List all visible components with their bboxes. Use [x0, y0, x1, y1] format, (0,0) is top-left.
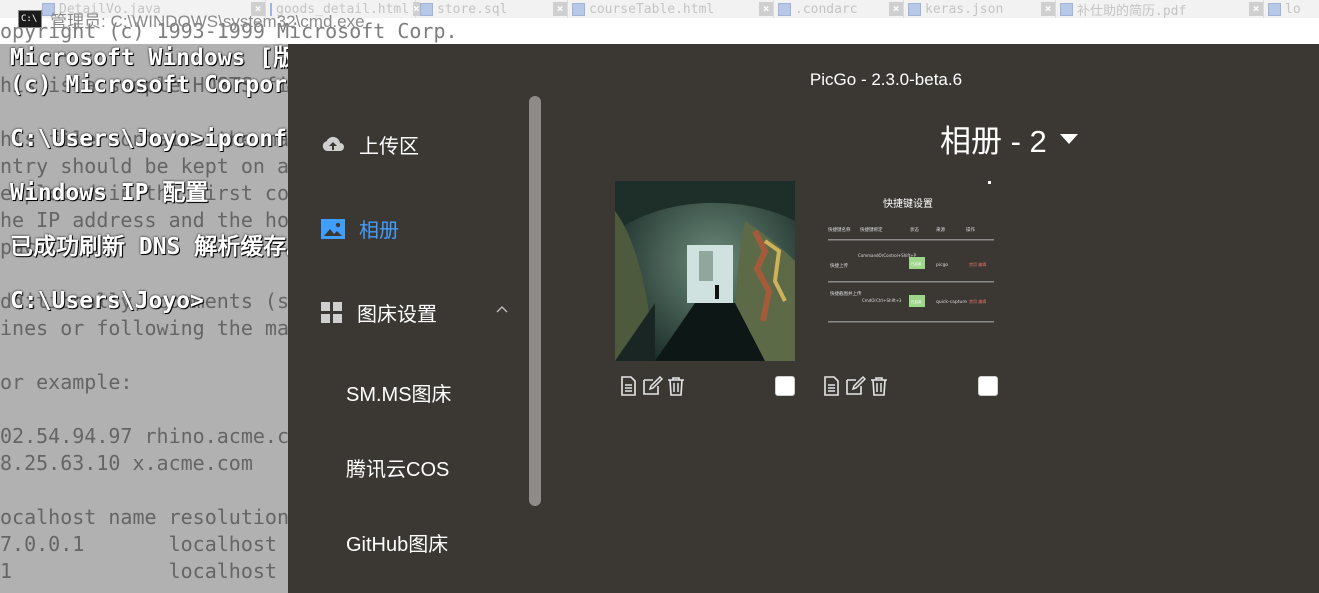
cmd-icon: C:\ [18, 10, 42, 28]
sidebar-item-github[interactable]: GitHub图床 [346, 528, 448, 557]
grid-icon [321, 301, 342, 323]
tunnel-photo [615, 181, 795, 361]
cmd-line: 已成功刷新 DNS 解析缓存。 [10, 234, 310, 260]
thumb-cell: CmdOrCtrl+Shift+3 [862, 298, 902, 303]
cmd-title-bar[interactable]: C:\ 管理员: C:\WINDOWS\system32\cmd.exe [0, 6, 1319, 32]
card-actions [617, 375, 687, 397]
image-thumbnail[interactable]: 快捷键设置 快捷键名称 快捷键绑定 状态 来源 操作 快捷上传 CommandO… [818, 181, 998, 361]
thumb-col-header: 来源 [936, 226, 945, 233]
cmd-title: 管理员: C:\WINDOWS\system32\cmd.exe [50, 11, 365, 31]
edit-icon[interactable] [844, 375, 866, 397]
chevron-up-icon[interactable] [495, 302, 509, 316]
thumb-cell: CommandOrControl+Shift+P [858, 253, 917, 258]
copy-link-icon[interactable] [617, 375, 639, 397]
delete-icon[interactable] [868, 375, 890, 397]
sidebar-item-picbed-settings[interactable]: 图床设置 [321, 298, 437, 327]
copy-link-icon[interactable] [820, 375, 842, 397]
sidebar: 上传区 相册 图床设置 SM.MS图床 腾讯云COS GitHub图床 [288, 44, 538, 593]
album-title: 相册 - 2 [940, 124, 1047, 159]
thumb-cell: 禁用 编辑 [969, 261, 986, 267]
delete-icon[interactable] [665, 375, 687, 397]
sidebar-item-label: 图床设置 [357, 304, 437, 326]
thumb-col-header: 快捷键名称 [828, 226, 851, 233]
thumb-cell: 快捷截图并上传 [830, 290, 862, 297]
gallery-card [615, 181, 795, 396]
sidebar-item-upload[interactable]: 上传区 [321, 130, 419, 159]
select-checkbox[interactable] [978, 376, 998, 396]
settings-screenshot: 快捷键设置 快捷键名称 快捷键绑定 状态 来源 操作 快捷上传 CommandO… [818, 181, 998, 361]
cloud-upload-icon [322, 136, 344, 151]
sidebar-item-label: 上传区 [359, 136, 419, 158]
caret-down-icon [1059, 133, 1078, 144]
thumb-cell: quick-capture [936, 299, 967, 305]
thumb-col-header: 快捷键绑定 [860, 226, 883, 233]
thumb-cell: 快捷上传 [830, 262, 848, 269]
cmd-prompt: C:\Users\Joyo> [10, 288, 204, 314]
thumb-col-header: 状态 [910, 226, 919, 233]
album-title-dropdown[interactable]: 相册 - 2 [940, 116, 1079, 161]
thumb-col-header: 操作 [966, 226, 975, 233]
select-checkbox[interactable] [775, 376, 795, 396]
picture-icon [321, 218, 345, 239]
thumb-cell: 已启用 [911, 299, 922, 304]
thumb-cell: picgo [936, 262, 948, 268]
cmd-line: Windows IP 配置 [10, 180, 209, 206]
gallery-card: 快捷键设置 快捷键名称 快捷键绑定 状态 来源 操作 快捷上传 CommandO… [818, 181, 998, 396]
image-thumbnail[interactable] [615, 181, 795, 361]
sidebar-item-label: 相册 [359, 220, 399, 242]
sidebar-item-smms[interactable]: SM.MS图床 [346, 378, 452, 407]
thumb-heading: 快捷键设置 [883, 197, 933, 210]
sidebar-item-tencent-cos[interactable]: 腾讯云COS [346, 453, 449, 482]
picgo-window: PicGo - 2.3.0-beta.6 上传区 相册 图床设置 SM.MS图床… [288, 44, 1319, 593]
edit-icon[interactable] [641, 375, 663, 397]
thumb-cell: 禁用 编辑 [969, 298, 986, 304]
card-actions [820, 375, 890, 397]
sidebar-scrollbar[interactable] [529, 96, 541, 506]
thumb-cell: 已启用 [911, 261, 922, 266]
sidebar-item-gallery[interactable]: 相册 [321, 214, 399, 243]
